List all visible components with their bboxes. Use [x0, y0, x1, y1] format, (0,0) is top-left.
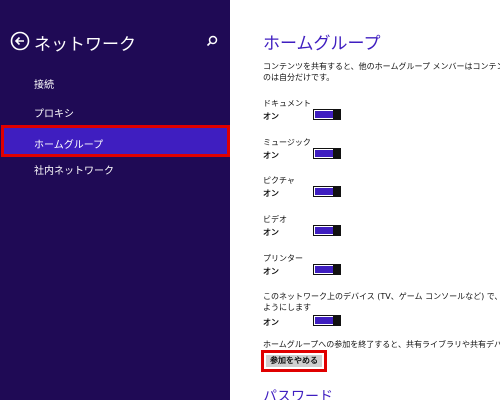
- nav-item-proxy[interactable]: プロキシ: [0, 96, 230, 126]
- pictures-toggle[interactable]: [313, 186, 341, 197]
- nav-item-label: プロキシ: [34, 109, 74, 120]
- nav-item-label: 社内ネットワーク: [34, 166, 114, 177]
- documents-label: ドキュメント: [263, 99, 311, 108]
- devices-description-line-2: ようにします: [263, 303, 311, 312]
- nav-item-label: 接続: [34, 80, 54, 91]
- nav-item-label: ホームグループ: [34, 140, 104, 151]
- page-title: ホームグループ: [263, 34, 381, 54]
- search-icon[interactable]: [206, 35, 218, 47]
- videos-value: オン: [263, 228, 279, 237]
- pictures-label: ピクチャ: [263, 176, 295, 185]
- nav-item-workplace-network[interactable]: 社内ネットワーク: [0, 153, 230, 183]
- music-value: オン: [263, 151, 279, 160]
- printers-value: オン: [263, 267, 279, 276]
- homegroup-content: ホームグループ コンテンツを共有すると、他のホームグループ メンバーはコンテンツ…: [230, 0, 500, 400]
- printers-toggle[interactable]: [313, 264, 341, 275]
- nav-item-connections[interactable]: 接続: [0, 67, 230, 97]
- password-heading: パスワード: [263, 389, 333, 400]
- settings-nav-panel: ネットワーク 接続 プロキシ ホームグループ 社内ネットワーク: [0, 0, 230, 400]
- description-line-1: コンテンツを共有すると、他のホームグループ メンバーはコンテンツを参照で: [263, 62, 500, 71]
- back-arrow-circle-icon[interactable]: [10, 31, 30, 51]
- devices-toggle[interactable]: [313, 315, 341, 326]
- leave-button-highlight: 参加をやめる: [261, 350, 327, 372]
- leave-description: ホームグループへの参加を終了すると、共有ライブラリや共有デバイスにア: [263, 340, 500, 349]
- documents-toggle[interactable]: [313, 109, 341, 120]
- devices-description-line-1: このネットワーク上のデバイス (TV、ゲーム コンソールなど) で、自分の音楽: [263, 292, 500, 301]
- description-line-2: のは自分だけです。: [263, 73, 335, 82]
- leave-homegroup-button[interactable]: 参加をやめる: [266, 355, 322, 367]
- panel-title: ネットワーク: [34, 35, 136, 55]
- music-toggle[interactable]: [313, 148, 341, 159]
- devices-value: オン: [263, 318, 279, 327]
- videos-toggle[interactable]: [313, 225, 341, 236]
- videos-label: ビデオ: [263, 215, 287, 224]
- pictures-value: オン: [263, 189, 279, 198]
- printers-label: プリンター: [263, 254, 303, 263]
- music-label: ミュージック: [263, 138, 311, 147]
- documents-value: オン: [263, 112, 279, 121]
